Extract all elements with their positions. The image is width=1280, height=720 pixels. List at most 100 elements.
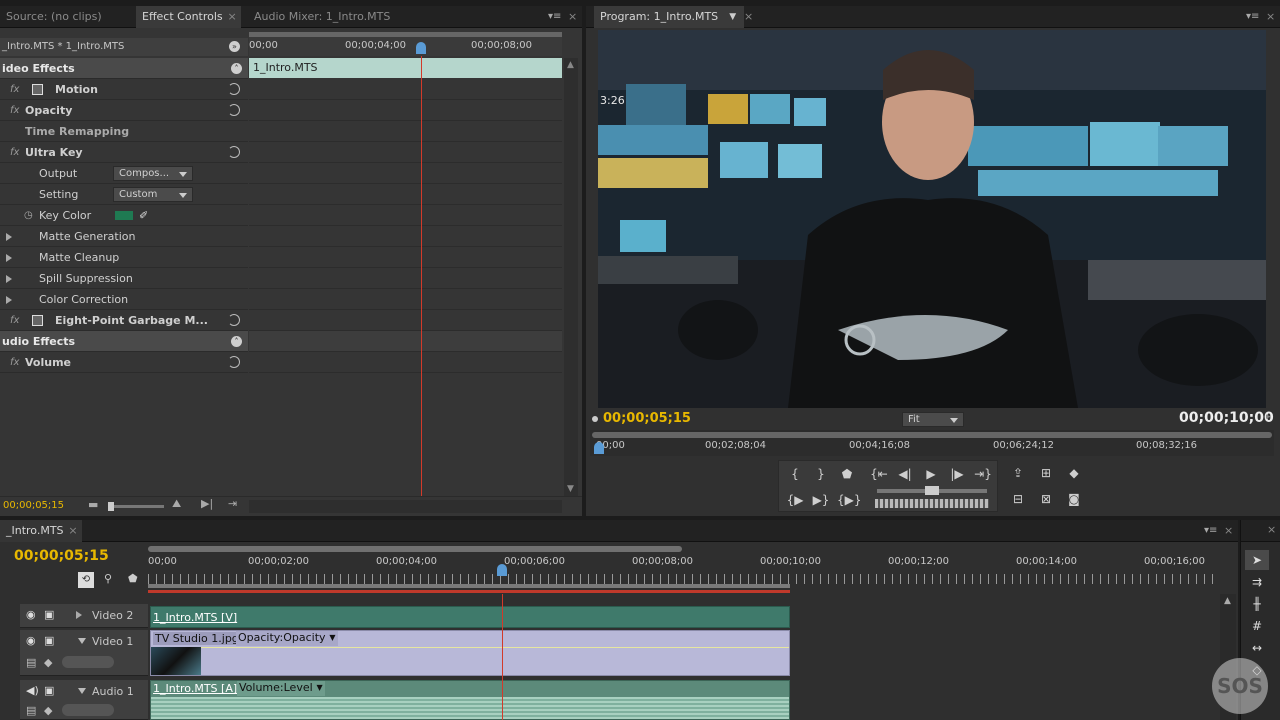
program-timecode[interactable]: 00;00;05;15: [603, 411, 691, 426]
expand-arrow-icon[interactable]: [6, 233, 16, 241]
chevron-down-icon[interactable]: ▼: [329, 633, 335, 642]
go-to-out-icon[interactable]: ⇥}: [973, 465, 993, 483]
reset-icon[interactable]: [228, 314, 240, 326]
group-spill-suppression[interactable]: Spill Suppression: [0, 268, 248, 289]
program-playhead-icon[interactable]: [594, 442, 604, 454]
mark-in-icon[interactable]: {: [785, 465, 805, 483]
opacity-line[interactable]: [201, 647, 789, 648]
panel-close-icon[interactable]: ×: [1224, 524, 1233, 537]
collapse-icon[interactable]: ˄: [231, 63, 242, 74]
add-marker-icon[interactable]: ⬟: [128, 572, 138, 585]
effect-time-remapping[interactable]: Time Remapping: [0, 121, 248, 142]
mark-out-icon[interactable]: }: [811, 465, 831, 483]
tab-audio-mixer[interactable]: Audio Mixer: 1_Intro.MTS: [248, 6, 396, 28]
output-dropdown[interactable]: Compos...: [113, 166, 193, 181]
output-icon[interactable]: ◆: [1064, 464, 1084, 482]
jog-wheel[interactable]: [875, 499, 989, 508]
film-icon[interactable]: ▣: [44, 684, 54, 697]
expand-arrow-icon[interactable]: [76, 611, 86, 619]
fx-icon[interactable]: fx: [10, 310, 19, 331]
display-style-icon[interactable]: ▤: [26, 704, 36, 717]
tab-timeline[interactable]: _Intro.MTS ×: [0, 520, 82, 542]
fx-icon[interactable]: fx: [10, 100, 19, 121]
program-ruler[interactable]: 00;00 00;02;08;04 00;04;16;08 00;06;24;1…: [590, 430, 1274, 456]
clip-audio1[interactable]: 1_Intro.MTS [A] Volume:Level ▼: [150, 680, 790, 720]
shuttle-slider[interactable]: [877, 486, 987, 495]
camera-icon[interactable]: ◙: [1064, 490, 1084, 508]
snap-icon[interactable]: ⟲: [78, 572, 94, 588]
play-audio-icon[interactable]: ▶|: [201, 497, 213, 510]
collapse-icon[interactable]: ˄: [231, 336, 242, 347]
rolling-edit-tool-icon[interactable]: #: [1245, 616, 1269, 636]
rate-stretch-tool-icon[interactable]: ↔: [1245, 638, 1269, 658]
keyframe-icon[interactable]: ◆: [44, 656, 52, 669]
scroll-down-icon[interactable]: ▼: [567, 484, 574, 494]
eye-icon[interactable]: ◉: [26, 634, 36, 647]
film-icon[interactable]: ▣: [44, 608, 54, 621]
ec-ruler-scroll[interactable]: [249, 32, 562, 37]
effect-ultra-key[interactable]: fx Ultra Key: [0, 142, 248, 163]
go-to-in-icon[interactable]: {⇤: [869, 465, 889, 483]
keyframe-icon[interactable]: ◆: [44, 704, 52, 717]
keyframe-nav[interactable]: [62, 704, 114, 716]
fx-icon[interactable]: fx: [10, 352, 19, 373]
tab-close-icon[interactable]: ×: [227, 6, 236, 28]
program-ruler-scroll[interactable]: [592, 432, 1272, 438]
group-matte-generation[interactable]: Matte Generation: [0, 226, 248, 247]
video-effects-header[interactable]: ideo Effects ˄: [0, 58, 248, 79]
film-icon[interactable]: ▣: [44, 634, 54, 647]
group-color-correction[interactable]: Color Correction: [0, 289, 248, 310]
tab-close-icon[interactable]: ×: [744, 10, 753, 23]
display-style-icon[interactable]: ▤: [26, 656, 36, 669]
trim-icon[interactable]: ⊟: [1008, 490, 1028, 508]
track-header-video1[interactable]: ◉ ▣ Video 1 ▤ ◆: [20, 630, 148, 676]
collapse-icon[interactable]: »: [229, 41, 240, 52]
scroll-up-icon[interactable]: ▲: [567, 60, 574, 70]
speaker-icon[interactable]: ◀): [26, 684, 39, 697]
group-matte-cleanup[interactable]: Matte Cleanup: [0, 247, 248, 268]
safe-margins-icon[interactable]: {▶}: [837, 491, 862, 509]
key-color-swatch[interactable]: [115, 211, 133, 220]
zoom-slider[interactable]: [108, 502, 164, 511]
timeline-ruler[interactable]: 00;00 00;00;02;00 00;00;04;00 00;00;06;0…: [148, 544, 1220, 594]
tab-close-icon[interactable]: ×: [68, 520, 77, 542]
scroll-right-icon[interactable]: ▸: [1266, 412, 1271, 422]
marker-icon[interactable]: ⚲: [104, 572, 112, 585]
loop-icon[interactable]: ▶}: [811, 491, 831, 509]
panel-close-icon[interactable]: ×: [1266, 10, 1275, 23]
audio-effects-header[interactable]: udio Effects ˄: [0, 331, 248, 352]
panel-menu-icon[interactable]: ▾≡: [1246, 11, 1262, 23]
chevron-down-icon[interactable]: ▼: [317, 683, 323, 692]
effect-garbage-matte[interactable]: fx Eight-Point Garbage M...: [0, 310, 248, 331]
fx-icon[interactable]: fx: [10, 79, 19, 100]
step-back-icon[interactable]: ◀|: [895, 465, 915, 483]
transform-icon[interactable]: [32, 315, 43, 326]
reset-icon[interactable]: [228, 146, 240, 158]
fx-icon[interactable]: fx: [10, 142, 19, 163]
zoom-in-icon[interactable]: ⛰: [172, 497, 181, 511]
stopwatch-icon[interactable]: ◷: [24, 205, 33, 226]
track-select-tool-icon[interactable]: ⇉: [1245, 572, 1269, 592]
collapse-arrow-icon[interactable]: [78, 688, 86, 698]
effect-opacity[interactable]: fx Opacity: [0, 100, 248, 121]
tab-source[interactable]: Source: (no clips): [0, 6, 108, 28]
selection-tool-icon[interactable]: ➤: [1245, 550, 1269, 570]
ec-timecode[interactable]: 00;00;05;15: [3, 500, 64, 511]
ec-scrollbar-vertical[interactable]: ▲ ▼: [564, 58, 578, 496]
play-icon[interactable]: ▶: [921, 465, 941, 483]
expand-arrow-icon[interactable]: [6, 254, 16, 262]
panel-close-icon[interactable]: ×: [568, 10, 577, 23]
panel-menu-icon[interactable]: ▾≡: [1204, 525, 1220, 537]
step-forward-icon[interactable]: |▶: [947, 465, 967, 483]
safe-margin-icon[interactable]: ⊞: [1036, 464, 1056, 482]
scroll-up-icon[interactable]: ▲: [1224, 596, 1231, 606]
clip-video1[interactable]: TV Studio 1.jpg Opacity:Opacity ▼: [150, 630, 790, 676]
clip-param-dropdown[interactable]: Volume:Level ▼: [237, 681, 325, 696]
keyframe-nav[interactable]: [62, 656, 114, 668]
eyedropper-icon[interactable]: ✐: [139, 205, 148, 226]
track-header-video2[interactable]: ◉ ▣ Video 2: [20, 604, 148, 628]
timeline-timecode[interactable]: 00;00;05;15: [14, 548, 109, 564]
fit-dropdown[interactable]: Fit: [902, 412, 964, 427]
effect-motion[interactable]: fx Motion: [0, 79, 248, 100]
program-video-frame[interactable]: 3:26: [598, 30, 1266, 408]
